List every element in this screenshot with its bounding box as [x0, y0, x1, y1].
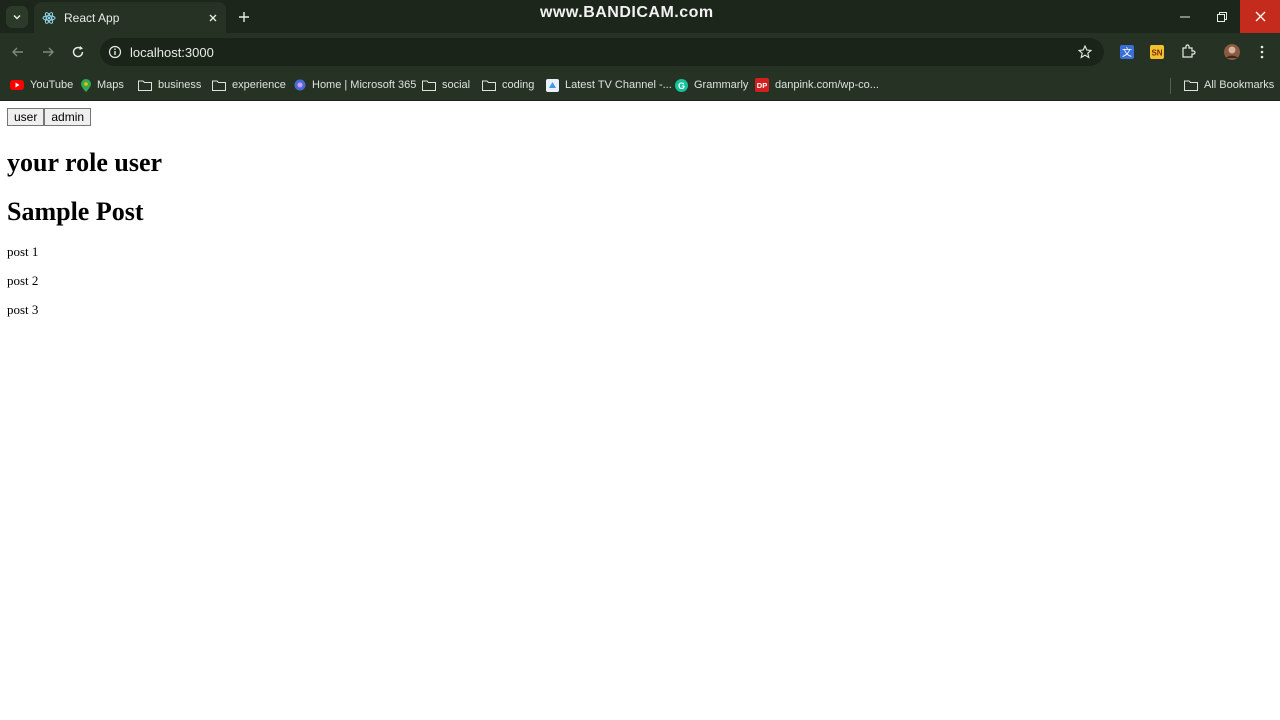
- chevron-down-icon: [13, 14, 21, 20]
- tab-search-button[interactable]: [6, 6, 28, 28]
- menu-button[interactable]: [1251, 41, 1273, 63]
- youtube-icon: [10, 80, 24, 90]
- bookmark-microsoft365[interactable]: Home | Microsoft 365: [294, 76, 416, 94]
- admin-button[interactable]: admin: [44, 108, 92, 126]
- bookmark-latest-tv-channel[interactable]: Latest TV Channel -...: [546, 76, 672, 94]
- bookmark-folder-business[interactable]: business: [138, 76, 201, 94]
- minimize-icon: [1180, 16, 1190, 17]
- bookmarks-bar: YouTube Maps business experience Home | …: [0, 71, 1280, 101]
- close-icon: [1255, 11, 1265, 22]
- post-item: post 2: [7, 273, 39, 288]
- bookmark-label: YouTube: [30, 79, 74, 91]
- forward-button[interactable]: [37, 41, 59, 63]
- sn-icon: SN: [1150, 45, 1164, 59]
- bookmark-label: experience: [232, 79, 286, 91]
- close-icon[interactable]: [208, 13, 218, 23]
- extensions-button[interactable]: [1177, 41, 1199, 63]
- bookmark-youtube[interactable]: YouTube: [10, 76, 73, 94]
- bookmark-folder-social[interactable]: social: [422, 76, 470, 94]
- bookmark-maps[interactable]: Maps: [81, 76, 124, 94]
- user-button[interactable]: user: [7, 108, 45, 126]
- folder-icon: [482, 80, 496, 91]
- arrow-right-icon: [43, 47, 54, 57]
- folder-icon: [138, 80, 152, 91]
- minimize-button[interactable]: [1165, 0, 1205, 33]
- bookmark-label: danpink.com/wp-co...: [775, 79, 879, 91]
- svg-text:SN: SN: [1151, 49, 1162, 58]
- browser-toolbar: localhost:3000 文 SN: [0, 33, 1280, 71]
- bookmark-label: Maps: [97, 79, 124, 91]
- sn-extension[interactable]: SN: [1146, 41, 1168, 63]
- react-icon: [42, 11, 56, 24]
- bookmark-folder-coding[interactable]: coding: [482, 76, 534, 94]
- svg-text:DP: DP: [757, 81, 767, 90]
- post-item: post 1: [7, 244, 39, 259]
- all-bookmarks-label: All Bookmarks: [1204, 79, 1275, 91]
- svg-text:G: G: [678, 80, 685, 90]
- bookmarks-divider: [1170, 78, 1171, 94]
- role-buttons: user admin: [7, 101, 1273, 126]
- folder-icon: [422, 80, 436, 91]
- folder-icon: [212, 80, 226, 91]
- restore-icon: [1217, 11, 1227, 22]
- bookmark-label: coding: [502, 79, 535, 91]
- posts-heading: Sample Post: [7, 197, 144, 226]
- profile-avatar[interactable]: [1221, 41, 1243, 63]
- microsoft365-icon: [294, 79, 306, 91]
- restore-button[interactable]: [1202, 0, 1242, 33]
- bookmark-danpink[interactable]: DP danpink.com/wp-co...: [755, 76, 879, 94]
- puzzle-icon: [1182, 44, 1196, 58]
- arrow-left-icon: [12, 47, 23, 57]
- browser-chrome: React App www.BANDICAM.com localhost:300: [0, 0, 1280, 101]
- plus-icon: [239, 12, 249, 22]
- svg-text:文: 文: [1122, 46, 1132, 59]
- translate-icon: 文: [1120, 45, 1134, 59]
- url-text[interactable]: localhost:3000: [130, 45, 214, 60]
- bookmark-label: Latest TV Channel -...: [565, 79, 672, 91]
- new-tab-button[interactable]: [233, 6, 255, 28]
- back-button[interactable]: [7, 41, 29, 63]
- avatar-icon: [1224, 44, 1240, 60]
- address-bar[interactable]: localhost:3000: [100, 38, 1104, 66]
- tab-title: React App: [64, 10, 120, 25]
- role-heading: your role user: [7, 148, 163, 177]
- bookmark-label: Grammarly: [694, 79, 749, 91]
- star-icon[interactable]: [1078, 45, 1092, 59]
- all-bookmarks[interactable]: All Bookmarks: [1184, 76, 1274, 94]
- tv-channel-icon: [546, 78, 559, 92]
- bookmark-label: Home | Microsoft 365: [312, 79, 417, 91]
- post-item: post 3: [7, 302, 39, 317]
- maps-icon: [81, 78, 91, 92]
- reload-button[interactable]: [67, 41, 89, 63]
- more-vertical-icon: [1260, 45, 1264, 59]
- tab-strip: React App www.BANDICAM.com: [0, 0, 1280, 33]
- page-content: user admin your role user Sample Post po…: [0, 101, 1280, 318]
- reload-icon: [72, 46, 84, 58]
- folder-icon: [1184, 80, 1198, 91]
- bookmark-label: social: [442, 79, 471, 91]
- bookmark-label: business: [158, 79, 202, 91]
- grammarly-icon: G: [675, 78, 688, 92]
- recording-watermark: www.BANDICAM.com: [540, 4, 714, 21]
- bookmark-folder-experience[interactable]: experience: [212, 76, 286, 94]
- close-window-button[interactable]: [1240, 0, 1280, 33]
- tab-react-app[interactable]: React App: [34, 2, 226, 33]
- site-info-icon[interactable]: [108, 45, 122, 59]
- bookmark-grammarly[interactable]: G Grammarly: [675, 76, 748, 94]
- dp-icon: DP: [755, 78, 769, 92]
- translate-extension[interactable]: 文: [1116, 41, 1138, 63]
